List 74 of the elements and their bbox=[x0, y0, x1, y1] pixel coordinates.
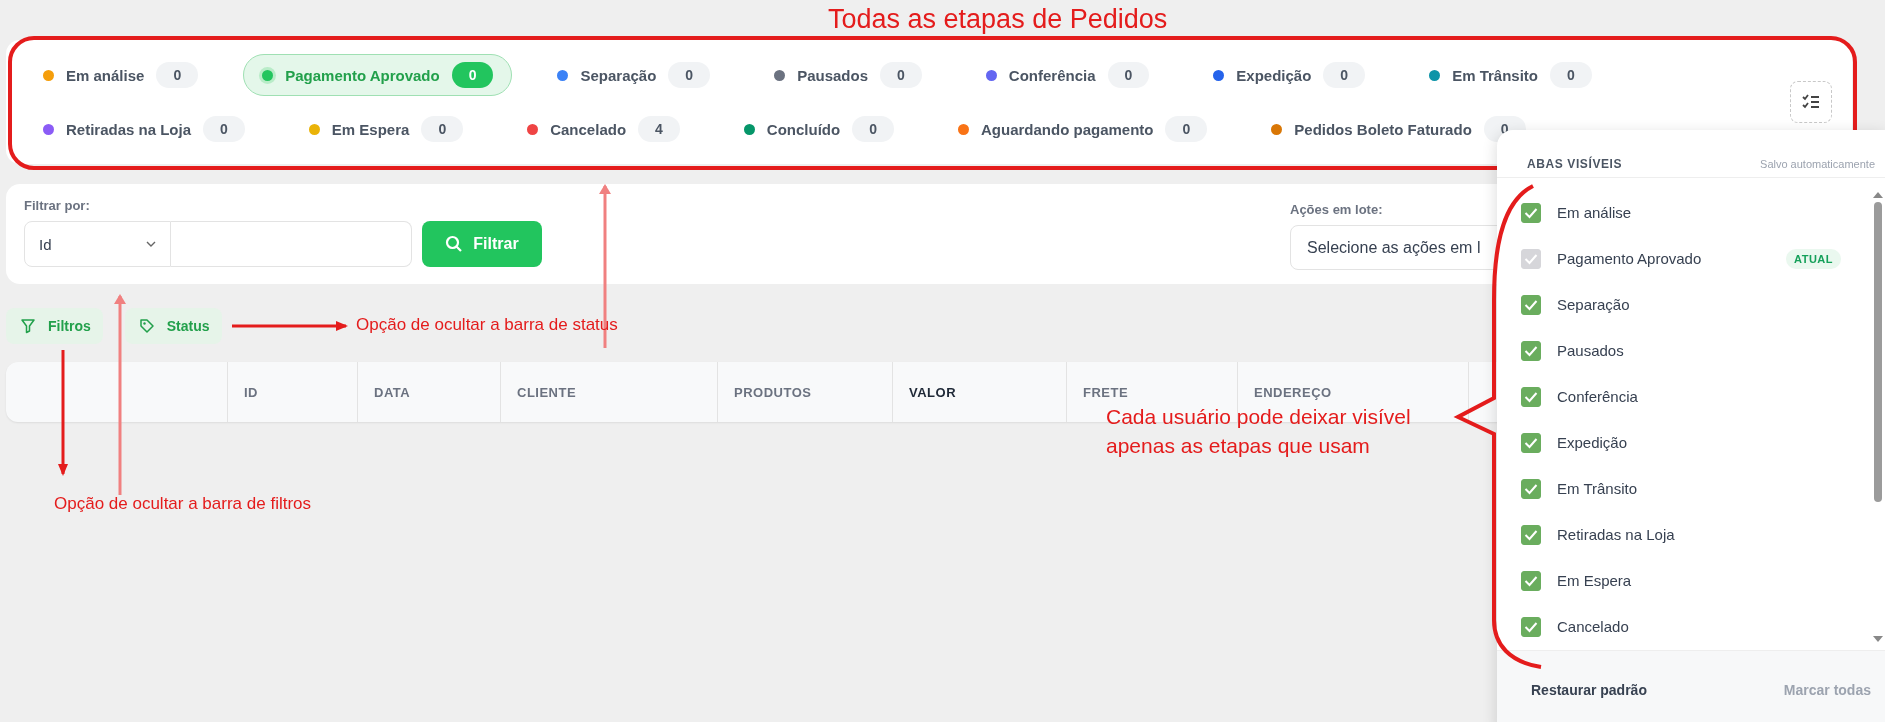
annotation-note: Cada usuário pode deixar visível apenas as etapas que usam bbox=[1106, 404, 1412, 459]
count-badge: 0 bbox=[451, 62, 494, 88]
restore-default-button[interactable]: Restaurar padrão bbox=[1527, 678, 1651, 703]
count-badge: 0 bbox=[1550, 62, 1592, 88]
count-badge: 0 bbox=[1165, 116, 1208, 142]
checkbox[interactable] bbox=[1521, 294, 1541, 315]
checkmark-icon bbox=[1524, 436, 1538, 449]
status-tab[interactable]: Em Trânsito 0 bbox=[1410, 54, 1611, 96]
checkbox[interactable] bbox=[1521, 570, 1541, 591]
funnel-icon bbox=[20, 318, 36, 334]
count-badge: 0 bbox=[1107, 62, 1150, 88]
tab-option-label: Retiradas na Loja bbox=[1557, 526, 1676, 544]
column-header[interactable]: CLIENTE bbox=[517, 384, 577, 400]
tab-option-label: Em Espera bbox=[1557, 572, 1633, 590]
status-tab[interactable]: Pausados 0 bbox=[755, 54, 941, 96]
tab-option-label: Expedição bbox=[1557, 434, 1629, 452]
count-badge: 0 bbox=[156, 62, 199, 88]
tab-option-label: Cancelado bbox=[1557, 618, 1630, 636]
chevron-icon bbox=[146, 241, 156, 247]
count-badge: 0 bbox=[203, 116, 245, 142]
checkmark-icon bbox=[1524, 344, 1538, 357]
annotation-note: Opção de ocultar a barra de filtros bbox=[54, 494, 312, 514]
autosave-note: Salvo automaticamente bbox=[1760, 158, 1875, 171]
panel-title: ABAS VISÍVEIS bbox=[1527, 157, 1623, 172]
column-header[interactable]: VALOR bbox=[909, 384, 957, 400]
column-header[interactable]: PRODUTOS bbox=[734, 384, 812, 400]
status-tab[interactable]: Retiradas na Loja 0 bbox=[24, 108, 264, 150]
checkmark-icon bbox=[1524, 574, 1538, 587]
tab-option-label: Em análise bbox=[1557, 204, 1633, 222]
tab-option-label: Separação bbox=[1557, 296, 1631, 314]
checkmark-icon bbox=[1524, 482, 1538, 495]
status-tab[interactable]: Expedição 0 bbox=[1194, 54, 1385, 96]
checkbox[interactable] bbox=[1521, 386, 1541, 407]
count-badge: 0 bbox=[668, 62, 711, 88]
column-header[interactable]: FRETE bbox=[1083, 384, 1129, 400]
search-icon bbox=[445, 235, 464, 253]
checkbox[interactable] bbox=[1521, 340, 1541, 361]
column-header[interactable]: ID bbox=[244, 384, 258, 400]
status-tab[interactable]: Cancelado 4 bbox=[508, 108, 699, 150]
filter-label: Filtrar por: bbox=[24, 198, 90, 213]
checkmark-icon bbox=[1524, 298, 1538, 311]
status-tab[interactable]: Aguardando pagamento 0 bbox=[938, 108, 1227, 150]
tab-option-label: Conferência bbox=[1557, 388, 1639, 406]
column-header[interactable]: DATA bbox=[374, 384, 411, 400]
status-tab[interactable]: Conferência 0 bbox=[966, 54, 1169, 96]
status-tab[interactable]: Em Espera 0 bbox=[289, 108, 483, 150]
checkbox[interactable] bbox=[1521, 524, 1541, 545]
checklist-icon[interactable] bbox=[1790, 81, 1832, 123]
current-badge: ATUAL bbox=[1786, 248, 1841, 269]
count-badge: 0 bbox=[421, 116, 464, 142]
bulk-label: Ações em lote: bbox=[1290, 202, 1383, 217]
checkmark-icon bbox=[1524, 528, 1538, 541]
checkbox[interactable] bbox=[1521, 478, 1541, 499]
checkbox[interactable] bbox=[1521, 202, 1541, 223]
count-badge: 0 bbox=[880, 62, 922, 88]
checkmark-icon bbox=[1524, 620, 1538, 633]
scrollbar[interactable] bbox=[1873, 191, 1883, 642]
tag-icon bbox=[138, 318, 155, 334]
count-badge: 0 bbox=[1323, 62, 1366, 88]
search-field[interactable] bbox=[171, 221, 412, 267]
checkmark-icon bbox=[1524, 390, 1538, 403]
checkmark-icon bbox=[1524, 206, 1538, 219]
checkbox[interactable] bbox=[1521, 432, 1541, 453]
count-badge: 0 bbox=[852, 116, 894, 142]
annotation-title: Todas as etapas de Pedidos bbox=[828, 4, 1168, 35]
status-tab[interactable]: Separação 0 bbox=[538, 54, 730, 96]
tab-option-label: Em Trânsito bbox=[1557, 480, 1639, 498]
annotation-note: Opção de ocultar a barra de status bbox=[356, 315, 618, 335]
status-tab[interactable]: Em análise 0 bbox=[24, 54, 218, 96]
count-badge: 4 bbox=[638, 116, 680, 142]
checkbox[interactable] bbox=[1521, 616, 1541, 637]
status-tab[interactable]: Concluído 0 bbox=[724, 108, 913, 150]
tab-option-label: Pausados bbox=[1557, 342, 1625, 360]
column-header[interactable]: ENDEREÇO bbox=[1254, 384, 1332, 400]
